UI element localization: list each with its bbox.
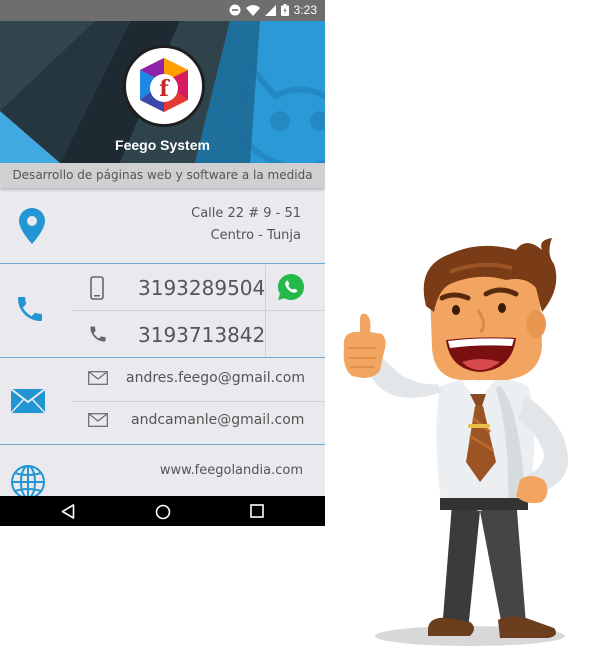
sub-divider <box>72 401 325 402</box>
sub-divider <box>72 310 325 311</box>
mobile-phone-icon <box>90 276 104 300</box>
email-primary[interactable]: andres.feego@gmail.com <box>126 370 305 386</box>
email-secondary[interactable]: andcamanle@gmail.com <box>131 412 304 428</box>
whatsapp-icon[interactable] <box>276 272 306 302</box>
row-divider <box>0 263 325 264</box>
row-divider <box>0 444 325 445</box>
envelope-outline-icon <box>88 413 108 427</box>
navigation-bar <box>0 496 325 526</box>
status-bar: 3:23 <box>0 0 325 21</box>
header-banner: f Feego System <box>0 21 325 163</box>
phone-screen: 3:23 f Feego System Desarrollo de página… <box>0 0 325 526</box>
company-logo: f <box>123 45 205 127</box>
location-pin-icon[interactable] <box>19 208 45 244</box>
tagline: Desarrollo de páginas web y software a l… <box>0 163 325 188</box>
company-name: Feego System <box>115 137 210 153</box>
home-icon[interactable] <box>155 504 171 520</box>
status-time: 3:23 <box>293 3 317 17</box>
phone-icon[interactable] <box>14 292 46 326</box>
recents-icon[interactable] <box>250 504 264 518</box>
landline-phone-icon <box>90 326 106 342</box>
globe-icon[interactable] <box>10 464 46 500</box>
address-line-2: Centro - Tunja <box>210 228 301 243</box>
do-not-disturb-icon <box>229 4 241 16</box>
signal-icon <box>264 4 276 16</box>
back-icon[interactable] <box>61 504 75 519</box>
envelope-outline-icon <box>88 371 108 385</box>
mail-icon[interactable] <box>11 389 45 413</box>
businessman-illustration <box>343 238 569 646</box>
mobile-number[interactable]: 3193289504 <box>138 276 265 300</box>
wifi-icon <box>245 4 260 16</box>
logo-letter: f <box>159 76 170 102</box>
feego-logo-icon: f <box>140 58 188 112</box>
landline-number[interactable]: 3193713842 <box>138 323 265 347</box>
row-divider <box>0 357 325 358</box>
website-link[interactable]: www.feegolandia.com <box>160 463 303 478</box>
battery-icon <box>280 4 289 16</box>
address-line-1: Calle 22 # 9 - 51 <box>191 206 301 221</box>
